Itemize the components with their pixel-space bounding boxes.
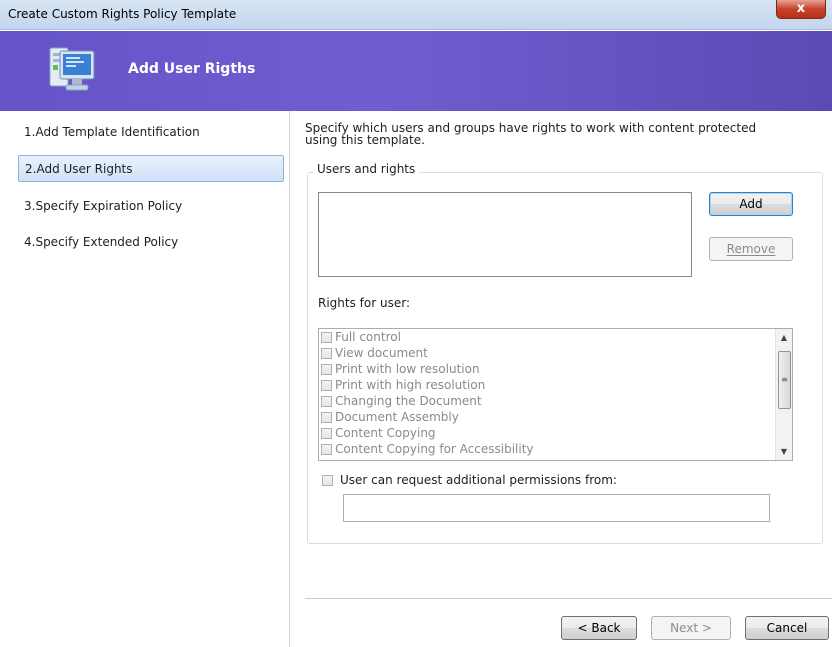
remove-button-label: Remove <box>726 242 776 256</box>
group-title: Users and rights <box>313 162 420 176</box>
right-item-full-control[interactable]: Full control <box>319 329 792 345</box>
step-specify-expiration-policy[interactable]: 3.Specify Expiration Policy <box>18 193 284 220</box>
computer-monitor-icon <box>49 47 95 91</box>
checkbox[interactable] <box>321 396 332 407</box>
rights-for-user-label: Rights for user: <box>318 296 410 310</box>
step-label: 2.Add User Rights <box>25 162 133 176</box>
add-button[interactable]: Add <box>709 192 793 216</box>
checkbox[interactable] <box>321 348 332 359</box>
step-add-template-identification[interactable]: 1.Add Template Identification <box>18 119 284 146</box>
description-line: using this template. <box>305 133 425 147</box>
back-button-label: < Back <box>577 621 621 635</box>
right-item-content-copying-accessibility[interactable]: Content Copying for Accessibility <box>319 441 792 457</box>
back-button[interactable]: < Back <box>561 616 637 640</box>
checkbox[interactable] <box>321 412 332 423</box>
close-icon: x <box>796 1 806 16</box>
step-add-user-rights[interactable]: 2.Add User Rights <box>18 155 284 182</box>
checkbox[interactable] <box>321 444 332 455</box>
right-label: Changing the Document <box>335 394 482 408</box>
step-label: 3.Specify Expiration Policy <box>24 199 183 213</box>
request-permissions-label: User can request additional permissions … <box>340 473 617 487</box>
scroll-down-icon[interactable]: ▼ <box>776 443 792 460</box>
banner-title: Add User Rigths <box>128 61 256 77</box>
right-item-print-high-resolution[interactable]: Print with high resolution <box>319 377 792 393</box>
right-label: Content Copying for Accessibility <box>335 442 534 456</box>
step-specify-extended-policy[interactable]: 4.Specify Extended Policy <box>18 229 284 256</box>
checkbox[interactable] <box>321 332 332 343</box>
remove-button[interactable]: Remove <box>709 237 793 261</box>
next-button-label: Next > <box>670 621 712 635</box>
right-label: View document <box>335 346 428 360</box>
steps-panel: 1.Add Template Identification 2.Add User… <box>0 111 290 647</box>
scroll-up-icon[interactable]: ▲ <box>776 329 792 346</box>
next-button[interactable]: Next > <box>651 616 731 640</box>
window-title: Create Custom Rights Policy Template <box>8 7 237 21</box>
right-item-changing-document[interactable]: Changing the Document <box>319 393 792 409</box>
users-list[interactable] <box>318 192 692 277</box>
right-label: Document Assembly <box>335 410 459 424</box>
step-label: 1.Add Template Identification <box>24 125 200 139</box>
cancel-button[interactable]: Cancel <box>745 616 829 640</box>
request-permissions-input[interactable] <box>343 494 770 522</box>
right-item-content-copying[interactable]: Content Copying <box>319 425 792 441</box>
page-description: Specify which users and groups have righ… <box>305 122 825 146</box>
header-banner: Add User Rigths <box>0 31 832 111</box>
cancel-button-label: Cancel <box>766 621 808 635</box>
checkbox[interactable] <box>321 428 332 439</box>
right-item-print-low-resolution[interactable]: Print with low resolution <box>319 361 792 377</box>
right-label: Print with low resolution <box>335 362 480 376</box>
scroll-thumb[interactable]: ≡ <box>778 351 791 409</box>
rights-list[interactable]: Full control View document Print with lo… <box>318 328 793 461</box>
right-label: Full control <box>335 330 401 344</box>
right-label: Print with high resolution <box>335 378 486 392</box>
rights-scrollbar[interactable]: ▲ ≡ ▼ <box>775 329 792 460</box>
title-bar: Create Custom Rights Policy Template x <box>0 0 832 30</box>
right-label: Content Copying <box>335 426 436 440</box>
right-item-view-document[interactable]: View document <box>319 345 792 361</box>
close-button[interactable]: x <box>776 0 826 19</box>
add-button-label: Add <box>739 197 763 211</box>
footer-divider <box>305 598 832 599</box>
right-item-document-assembly[interactable]: Document Assembly <box>319 409 792 425</box>
checkbox[interactable] <box>321 380 332 391</box>
step-label: 4.Specify Extended Policy <box>24 235 179 249</box>
request-permissions-checkbox[interactable] <box>322 475 333 486</box>
checkbox[interactable] <box>321 364 332 375</box>
